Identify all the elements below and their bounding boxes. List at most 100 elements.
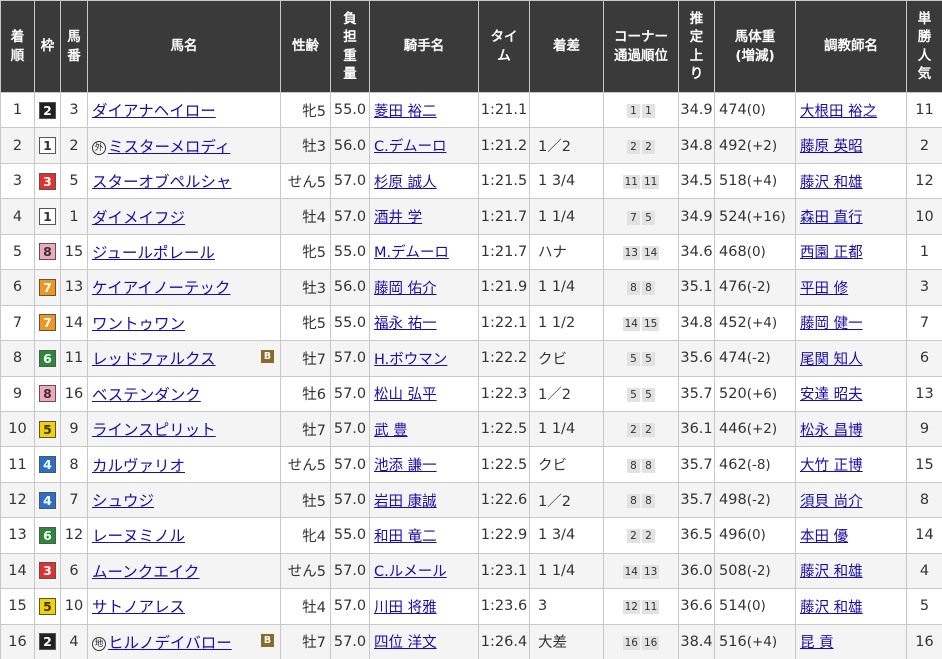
rank-cell: 4 — [0, 198, 35, 235]
jockey-cell: 松山 弘平 — [369, 375, 479, 412]
popularity-cell: 10 — [906, 198, 942, 235]
jockey-link[interactable]: 松山 弘平 — [374, 387, 437, 403]
time-cell: 1:22.1 — [478, 304, 530, 342]
jockey-link[interactable]: 岩田 康誠 — [374, 494, 437, 510]
margin-value: 1 1/4 — [538, 562, 576, 579]
horse-name-link[interactable]: ベステンダンク — [92, 386, 201, 404]
carried-weight-cell: 57.0 — [330, 446, 370, 483]
table-row: 1 2 3 ダイアナヘイロー 牝5 55.0 菱田 裕二 1:21.1 11 3… — [0, 91, 942, 129]
popularity-cell: 2 — [906, 127, 942, 164]
horse-name-link[interactable]: ダイメイフジ — [92, 209, 185, 227]
rank-cell: 7 — [0, 304, 35, 342]
horse-name-link[interactable]: レッドファルクス — [92, 350, 216, 368]
horse-number-cell: 10 — [60, 588, 88, 625]
table-row: 7 7 14 ワントゥワン 牝5 55.0 福永 祐一 1:22.1 1 1/2… — [0, 304, 942, 342]
jockey-cell: 酒井 学 — [369, 198, 479, 235]
frame-badge: 2 — [39, 101, 56, 119]
horse-name-link[interactable]: カルヴァリオ — [92, 457, 185, 475]
trainer-link[interactable]: 藤原 英昭 — [800, 139, 863, 155]
body-weight-change: (0) — [746, 598, 766, 615]
trainer-link[interactable]: 西園 正都 — [800, 245, 863, 261]
horse-name-link[interactable]: ムーンクエイク — [92, 563, 199, 581]
trainer-link[interactable]: 大竹 正博 — [800, 458, 863, 474]
jockey-link[interactable]: C.ルメール — [374, 564, 447, 580]
horse-name-link[interactable]: ミスターメロディ — [108, 138, 230, 156]
trainer-cell: 平田 修 — [795, 269, 907, 306]
margin-value: 3 — [538, 598, 548, 615]
frame-cell: 7 — [34, 304, 61, 342]
trainer-link[interactable]: 大根田 裕之 — [800, 104, 877, 120]
margin-value: 1 1/4 — [538, 208, 576, 225]
jockey-link[interactable]: C.デムーロ — [374, 139, 446, 155]
last-3f-cell: 35.7 — [678, 481, 715, 519]
trainer-cell: 本田 優 — [795, 517, 907, 554]
trainer-link[interactable]: 平田 修 — [800, 281, 848, 297]
trainer-link[interactable]: 藤沢 和雄 — [800, 175, 863, 191]
trainer-cell: 松永 昌博 — [795, 410, 907, 448]
horse-number-cell: 4 — [60, 623, 88, 659]
corner-positions-cell: 88 — [603, 481, 679, 519]
horse-name-link[interactable]: ワントゥワン — [92, 315, 185, 333]
corner-position: 11 — [642, 175, 660, 190]
body-weight-cell: 496(0) — [714, 517, 796, 554]
sex-age-cell: 牡3 — [280, 127, 331, 164]
frame-badge: 1 — [39, 137, 56, 155]
corner-positions-cell: 16 16 — [603, 623, 679, 659]
jockey-link[interactable]: 川田 将雅 — [374, 600, 437, 616]
table-row: 14 3 6 ムーンクエイク せん5 57.0 C.ルメール 1:23.1 1 … — [0, 552, 942, 590]
margin-value: 1／2 — [538, 139, 571, 156]
trainer-link[interactable]: 尾関 知人 — [800, 352, 863, 368]
carried-weight-cell: 55.0 — [330, 304, 370, 342]
trainer-link[interactable]: 松永 昌博 — [800, 423, 863, 439]
jockey-link[interactable]: 藤岡 佑介 — [374, 281, 437, 297]
jockey-link[interactable]: 福永 祐一 — [374, 316, 437, 332]
horse-name-link[interactable]: シュウジ — [92, 492, 154, 510]
trainer-link[interactable]: 藤岡 健一 — [800, 316, 863, 332]
corner-position: 14 — [622, 316, 640, 331]
trainer-cell: 藤原 英昭 — [795, 127, 907, 164]
body-weight-cell: 462(-8) — [714, 446, 796, 483]
body-weight-cell: 524(+16) — [714, 198, 796, 235]
jockey-link[interactable]: H.ボウマン — [374, 352, 447, 368]
jockey-cell: 藤岡 佑介 — [369, 269, 479, 306]
jockey-link[interactable]: 杉原 誠人 — [374, 175, 437, 191]
horse-name-link[interactable]: サトノアレス — [92, 598, 185, 616]
horse-name-link[interactable]: スターオブペルシャ — [92, 173, 232, 191]
time-cell: 1:26.4 — [478, 623, 530, 659]
margin-cell: 1 1/2 — [529, 304, 604, 342]
trainer-link[interactable]: 藤沢 和雄 — [800, 600, 863, 616]
corner-position: 12 — [622, 600, 640, 615]
horse-name-cell: B 地ヒルノデイバロー — [87, 623, 281, 659]
horse-name-link[interactable]: ヒルノデイバロー — [108, 634, 232, 652]
jockey-link[interactable]: M.デムーロ — [374, 245, 449, 261]
jockey-link[interactable]: 池添 謙一 — [374, 458, 437, 474]
jockey-link[interactable]: 和田 竜二 — [374, 529, 437, 545]
body-weight-change: (0) — [746, 527, 766, 544]
horse-name-link[interactable]: レーヌミノル — [92, 527, 185, 545]
horse-name-link[interactable]: ダイアナヘイロー — [92, 102, 216, 120]
jockey-link[interactable]: 武 豊 — [374, 423, 408, 439]
body-weight-change: (+2) — [746, 137, 778, 154]
trainer-link[interactable]: 森田 直行 — [800, 210, 863, 226]
column-header-horse-name: 馬名 — [87, 0, 281, 93]
corner-positions-cell: 55 — [603, 340, 679, 377]
carried-weight-cell: 57.0 — [330, 162, 370, 200]
jockey-link[interactable]: 菱田 裕二 — [374, 104, 437, 120]
horse-name-link[interactable]: ジュールポレール — [92, 244, 215, 262]
trainer-link[interactable]: 本田 優 — [800, 529, 848, 545]
jockey-link[interactable]: 四位 洋文 — [374, 635, 437, 651]
trainer-link[interactable]: 安達 昭夫 — [800, 387, 863, 403]
carried-weight-cell: 57.0 — [330, 552, 370, 590]
horse-number-cell: 16 — [60, 375, 88, 412]
carried-weight-cell: 57.0 — [330, 588, 370, 625]
horse-name-link[interactable]: ケイアイノーテック — [92, 279, 230, 297]
jockey-link[interactable]: 酒井 学 — [374, 210, 422, 226]
corner-position: 15 — [642, 316, 660, 331]
jockey-cell: 和田 竜二 — [369, 517, 479, 554]
trainer-link[interactable]: 須貝 尚介 — [800, 494, 863, 510]
horse-name-cell: カルヴァリオ — [87, 446, 281, 483]
trainer-link[interactable]: 藤沢 和雄 — [800, 564, 863, 580]
horse-name-link[interactable]: ラインスピリット — [92, 421, 216, 439]
table-body: 1 2 3 ダイアナヘイロー 牝5 55.0 菱田 裕二 1:21.1 11 3… — [0, 91, 942, 659]
trainer-link[interactable]: 昆 貢 — [800, 635, 834, 651]
